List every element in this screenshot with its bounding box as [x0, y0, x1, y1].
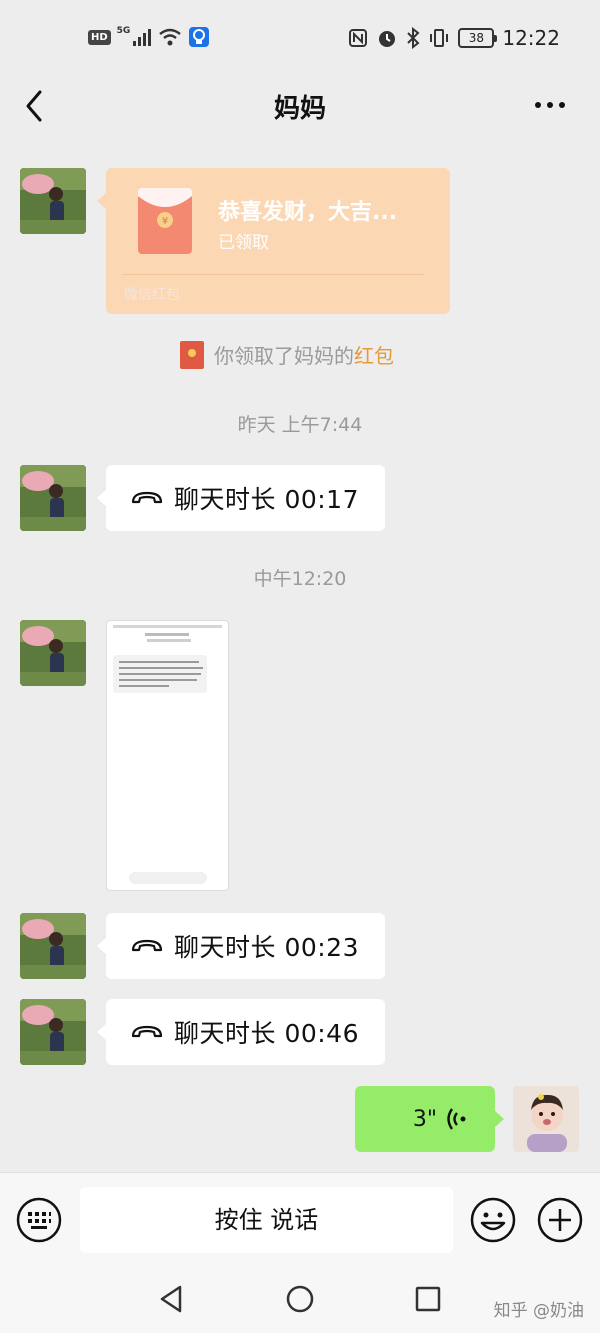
more-options-icon[interactable]: [530, 90, 570, 120]
contact-avatar[interactable]: [20, 168, 86, 234]
my-avatar[interactable]: [513, 1086, 579, 1152]
bluetooth-icon: [407, 27, 420, 49]
signal-icon: [133, 29, 152, 46]
battery-indicator: 38: [458, 28, 498, 48]
red-envelope-icon: ¥: [138, 188, 192, 254]
nav-home-circle-icon[interactable]: [285, 1284, 315, 1314]
system-navigation-bar: 知乎 @奶油: [0, 1272, 600, 1333]
red-packet-brand: 微信红包: [124, 287, 180, 303]
call-duration-text: 聊天时长 00:46: [174, 1019, 359, 1048]
call-record-bubble[interactable]: 聊天时长 00:23: [97, 913, 385, 979]
thumbnail-subtitle: [147, 639, 191, 642]
hd-badge: HD: [88, 29, 111, 45]
hold-to-talk-button[interactable]: 按住 说话: [80, 1187, 453, 1253]
thumbnail-message-bubble: [113, 655, 207, 693]
status-right-icons: 38 12:22: [348, 26, 560, 50]
status-left-icons: HD 5G: [88, 26, 210, 48]
watermark: 知乎 @奶油: [493, 1301, 584, 1321]
svg-text:¥: ¥: [162, 216, 168, 227]
call-record-bubble[interactable]: 聊天时长 00:46: [97, 999, 385, 1065]
chat-title: 妈妈: [273, 94, 326, 124]
contact-avatar[interactable]: [20, 913, 86, 979]
timestamp: 昨天 上午7:44: [237, 414, 363, 436]
message-list[interactable]: ¥ 恭喜发财，大吉... 已领取 微信红包 你领取了妈妈的 红包 昨天 上午7:…: [0, 138, 600, 1172]
input-bar: 按住 说话: [0, 1172, 600, 1272]
call-duration-text: 聊天时长 00:23: [174, 933, 359, 962]
nfc-icon: [349, 29, 368, 47]
red-packet-card[interactable]: ¥ 恭喜发财，大吉... 已领取 微信红包: [97, 168, 450, 314]
status-bar: HD 5G 38 12:22: [0, 0, 600, 76]
thumbnail-status-bar: [113, 625, 222, 628]
keyboard-toggle-icon[interactable]: [16, 1197, 62, 1243]
phone-hangup-icon: [131, 1025, 163, 1038]
nav-back-triangle-icon[interactable]: [158, 1284, 184, 1314]
phone-hangup-icon: [131, 939, 163, 952]
red-packet-small-icon: [180, 340, 204, 369]
call-record-bubble[interactable]: 聊天时长 00:17: [97, 465, 385, 531]
voice-wave-icon: [447, 1108, 466, 1130]
nav-recents-square-icon[interactable]: [414, 1284, 442, 1314]
network-type: 5G: [116, 26, 131, 36]
add-attachment-icon[interactable]: [537, 1197, 583, 1243]
wifi-icon: [159, 28, 182, 46]
red-packet-status: 已领取: [218, 233, 269, 253]
phone-hangup-icon: [131, 491, 163, 504]
contact-avatar[interactable]: [20, 465, 86, 531]
thumbnail-title: [145, 633, 189, 636]
call-duration-text: 聊天时长 00:17: [174, 485, 359, 514]
alarm-icon: [379, 31, 396, 47]
emoji-icon[interactable]: [470, 1197, 516, 1243]
chat-header: 妈妈: [0, 76, 600, 138]
timestamp: 中午12:20: [253, 568, 347, 590]
red-packet-title: 恭喜发财，大吉...: [218, 200, 398, 225]
voice-duration: 3": [412, 1106, 437, 1132]
bulb-notification-icon: [189, 27, 210, 47]
thumbnail-input-field: [129, 872, 207, 884]
contact-avatar[interactable]: [20, 620, 86, 686]
red-packet-notice-text: 你领取了妈妈的: [214, 344, 354, 368]
clock: 12:22: [502, 26, 560, 50]
voice-message-bubble[interactable]: 3": [355, 1086, 504, 1152]
red-packet-divider: [122, 274, 424, 275]
red-packet-link[interactable]: 红包: [354, 340, 394, 369]
contact-avatar[interactable]: [20, 999, 86, 1065]
red-packet-notice: 你领取了妈妈的 红包: [180, 340, 394, 369]
image-message-thumbnail[interactable]: [106, 620, 229, 891]
vibrate-icon: [430, 29, 449, 47]
